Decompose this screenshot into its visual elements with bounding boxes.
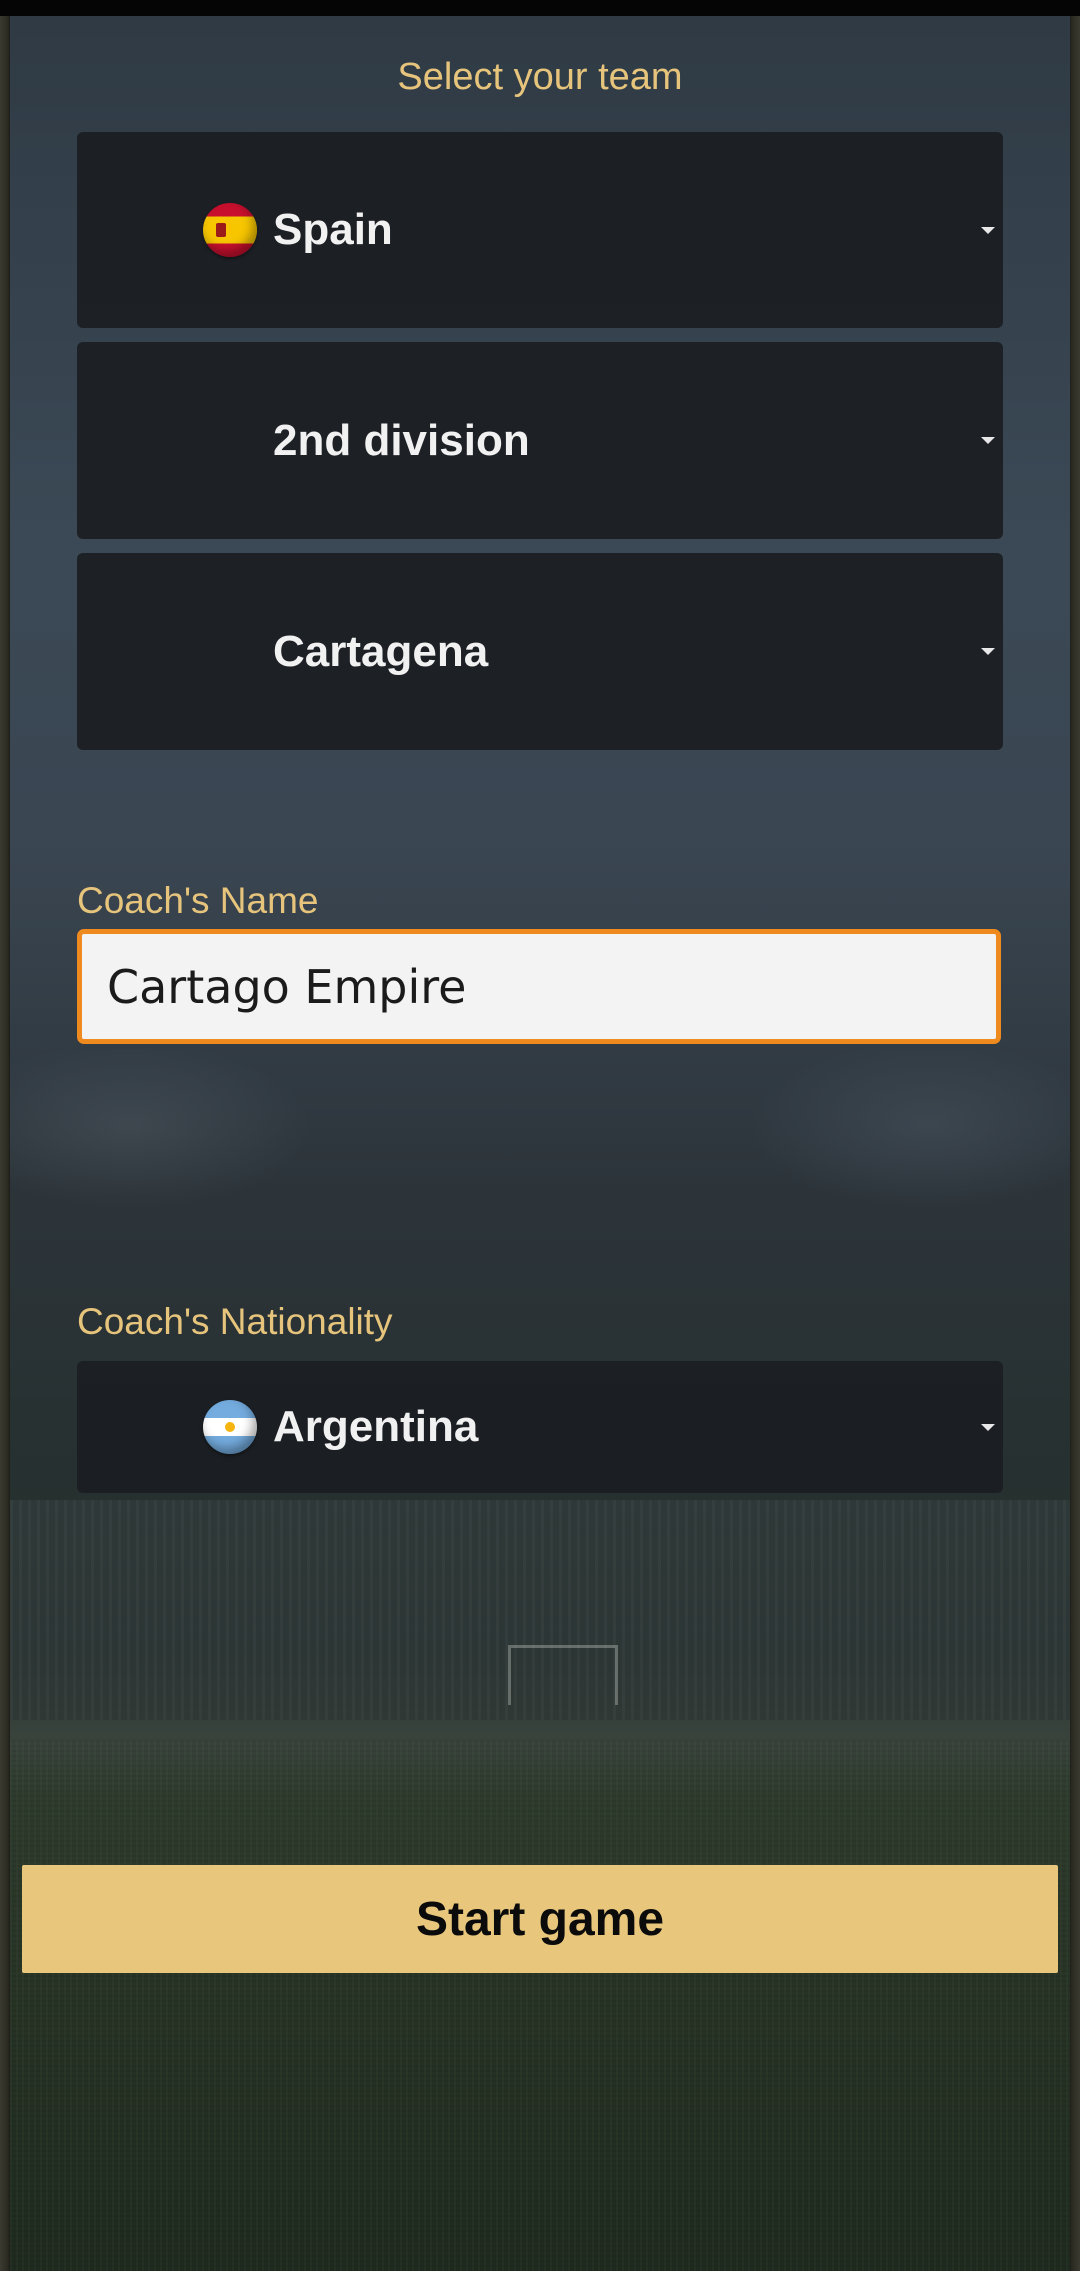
argentina-flag-icon — [203, 1400, 257, 1454]
coach-nationality-select[interactable]: Argentina — [77, 1361, 1003, 1493]
app-screen: Select your team Spain 2nd division Cart… — [0, 0, 1080, 2271]
coach-name-input[interactable] — [77, 929, 1001, 1044]
team-select-value: Cartagena — [273, 626, 489, 676]
page-title: Select your team — [397, 56, 683, 98]
dropdown-caret-icon — [981, 1423, 995, 1431]
team-select[interactable]: Cartagena — [77, 553, 1003, 750]
country-select-value: Spain — [273, 205, 393, 254]
nationality-select-value: Argentina — [273, 1402, 479, 1451]
dropdown-caret-icon — [981, 437, 995, 444]
country-select[interactable]: Spain — [77, 132, 1003, 328]
goal-post — [508, 1645, 618, 1705]
spain-flag-icon — [203, 203, 257, 257]
division-select-value: 2nd division — [273, 415, 530, 465]
coach-nationality-label: Coach's Nationality — [77, 1301, 393, 1342]
dropdown-caret-icon — [981, 648, 995, 655]
status-bar — [0, 0, 1080, 16]
coach-name-label: Coach's Name — [77, 880, 319, 921]
dropdown-caret-icon — [981, 226, 995, 234]
start-game-button[interactable]: Start game — [22, 1865, 1058, 1973]
division-select[interactable]: 2nd division — [77, 342, 1003, 539]
pitch-grass — [10, 1740, 1070, 2271]
